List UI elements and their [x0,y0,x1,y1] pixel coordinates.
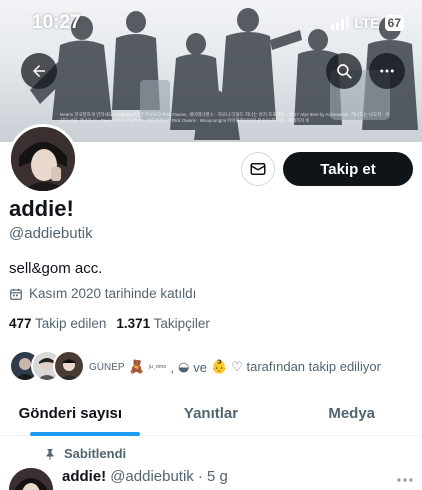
tab-replies[interactable]: Yanıtlar [141,396,282,435]
following-label: Takip edilen [35,316,107,331]
message-button[interactable] [241,152,275,186]
tab-media[interactable]: Medya [281,396,422,435]
network-label: LTE [354,15,380,31]
post-more-button[interactable] [396,470,414,488]
following-link[interactable]: 477 Takip edilen [9,316,106,331]
signal-icon [331,16,350,30]
profile-banner[interactable]: 10:27 LTE 67 Nearis 한국말하게 만하세요 Kaokoline… [0,0,422,142]
followed-by-suffix: ♡ tarafından takip ediliyor [231,359,381,374]
status-time: 10:27 [32,12,81,33]
search-button[interactable] [326,53,362,89]
display-name: addie! [9,196,74,221]
tab-label: Medya [328,405,376,422]
followed-by-row[interactable]: GÜNEP 🧸 ʲᵘ˒ᵒᵐᵉ , ◒ ve 👶 ♡ tarafından tak… [9,350,419,384]
teddy-bear-icon: 🧸 [128,359,145,375]
joined-date: Kasım 2020 tarihinde katıldı [9,286,196,301]
arrow-left-icon [33,65,45,77]
tab-posts[interactable]: Gönderi sayısı [0,396,141,436]
post-time: · 5 g [197,468,228,485]
follow-stats: 477 Takip edilen 1.371 Takipçiler [9,316,210,331]
profile-bio: sell&gom acc. [9,260,103,277]
pin-icon [46,448,54,460]
profile-handle: @addiebutik [9,225,93,242]
joined-text: Kasım 2020 tarihinde katıldı [29,286,197,301]
status-icons: LTE 67 [331,14,404,32]
follow-button[interactable]: Takip et [283,152,413,186]
followed-by-text: GÜNEP 🧸 ʲᵘ˒ᵒᵐᵉ , ◒ ve 👶 ♡ tarafından tak… [89,359,381,375]
pinned-indicator: Sabitlendi [44,446,126,461]
follower-avatars [9,350,89,384]
follower-3-icon: ◒ [177,359,190,375]
more-options-button[interactable] [369,53,405,89]
search-icon [337,64,352,79]
active-tab-indicator [30,432,141,436]
separator: , [170,359,174,375]
mail-icon [250,163,266,175]
battery-icon: 67 [384,15,404,31]
more-horizontal-icon [397,478,413,482]
post-author-name[interactable]: addie! [62,468,106,485]
baby-icon: 👶 [211,359,228,375]
followers-link[interactable]: 1.371 Takipçiler [116,316,210,331]
banner-caption: Nearis 한국말하게 만하세요 Kaokoline 나만 가나보고 Rick… [60,112,390,123]
profile-tabs: Gönderi sayısı Yanıtlar Medya [0,396,422,436]
follower-avatar [53,350,85,382]
post-author-avatar[interactable] [9,468,53,490]
post-avatar-image [9,468,53,490]
tab-label: Gönderi sayısı [18,405,123,422]
avatar-image [11,127,75,191]
follower-name-1: GÜNEP [89,361,125,373]
follower-name-2: ʲᵘ˒ᵒᵐᵉ [148,362,167,372]
followers-label: Takipçiler [153,316,210,331]
following-count: 477 [9,316,32,331]
calendar-icon [10,288,22,300]
tab-label: Yanıtlar [183,405,239,422]
status-bar: 10:27 LTE 67 [0,0,422,46]
more-horizontal-icon [380,69,394,73]
post-header: addie! @addiebutik · 5 g [62,468,228,485]
conjunction: ve [193,359,208,375]
followers-count: 1.371 [116,316,151,331]
back-button[interactable] [21,53,57,89]
post-author-handle[interactable]: @addiebutik [110,468,194,485]
pinned-label: Sabitlendi [64,446,127,461]
profile-avatar[interactable] [8,124,78,194]
